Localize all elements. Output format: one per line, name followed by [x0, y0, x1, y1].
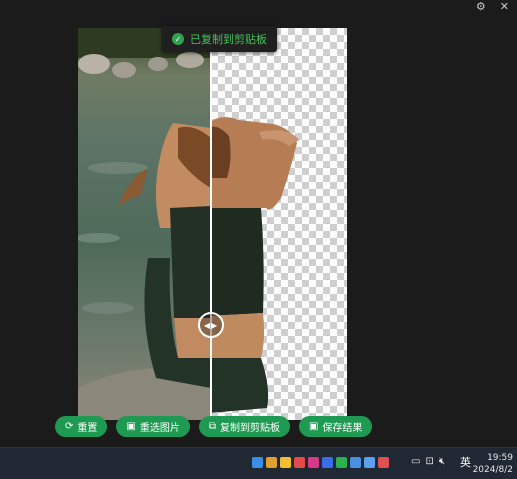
cutout-result: [211, 28, 347, 420]
save-result-button[interactable]: ▣ 保存结果: [298, 416, 373, 437]
save-image-icon: ▣: [308, 420, 319, 432]
app-icon-1[interactable]: [252, 457, 263, 468]
app-icon-9[interactable]: [364, 457, 375, 468]
taskbar-tray: [252, 457, 389, 468]
reset-label: 重置: [77, 423, 98, 434]
save-label: 保存结果: [322, 423, 363, 434]
window-controls: ⚙ ✕: [476, 0, 509, 14]
reset-button[interactable]: ⟳ 重置: [55, 416, 108, 437]
network-icon[interactable]: ⊡: [425, 456, 433, 467]
app-icon-4[interactable]: [294, 457, 305, 468]
app-icon-3[interactable]: [280, 457, 291, 468]
app-window: ⚙ ✕ ◀▶ ✓ 已复制到剪贴板 ⟳ 重置 ▣ 重选图片 ⧉ 复制到剪贴板 ▣ …: [0, 0, 517, 447]
app-icon-8[interactable]: [350, 457, 361, 468]
app-icon-6[interactable]: [322, 457, 333, 468]
app-icon-10[interactable]: [378, 457, 389, 468]
volume-muted-icon[interactable]: 🔇︎: [439, 456, 445, 467]
copy-to-clipboard-button[interactable]: ⧉ 复制到剪贴板: [198, 416, 290, 437]
reselect-label: 重选图片: [139, 423, 180, 434]
check-circle-icon: ✓: [172, 33, 184, 45]
compare-canvas[interactable]: ◀▶: [78, 28, 347, 420]
left-right-arrows-icon[interactable]: ◀▶: [198, 312, 224, 338]
clock-date: 2024/8/2: [472, 465, 513, 475]
taskbar-clock[interactable]: 19:59 2024/8/2: [473, 452, 513, 476]
wechat-icon[interactable]: [336, 457, 347, 468]
compare-divider[interactable]: [210, 28, 212, 420]
app-icon-2[interactable]: [266, 457, 277, 468]
toast-message: 已复制到剪贴板: [190, 33, 267, 46]
original-photo: [78, 28, 211, 420]
refresh-icon: ⟳: [65, 420, 74, 432]
copy-success-toast: ✓ 已复制到剪贴板: [162, 26, 277, 52]
battery-icon[interactable]: ▭: [411, 456, 420, 467]
copy-label: 复制到剪贴板: [219, 423, 280, 434]
gear-icon[interactable]: ⚙: [476, 1, 486, 13]
system-tray: ▭ ⊡ 🔇︎: [411, 456, 445, 467]
copy-icon: ⧉: [208, 420, 216, 432]
close-icon[interactable]: ✕: [500, 1, 509, 13]
action-bar: ⟳ 重置 ▣ 重选图片 ⧉ 复制到剪贴板 ▣ 保存结果: [55, 416, 373, 437]
image-icon: ▣: [126, 420, 136, 432]
clock-time: 19:59: [487, 453, 513, 463]
reselect-image-button[interactable]: ▣ 重选图片: [116, 416, 190, 437]
app-icon-5[interactable]: [308, 457, 319, 468]
input-method-indicator[interactable]: 英: [460, 454, 471, 470]
taskbar: ▭ ⊡ 🔇︎ 英 19:59 2024/8/2: [0, 447, 517, 479]
